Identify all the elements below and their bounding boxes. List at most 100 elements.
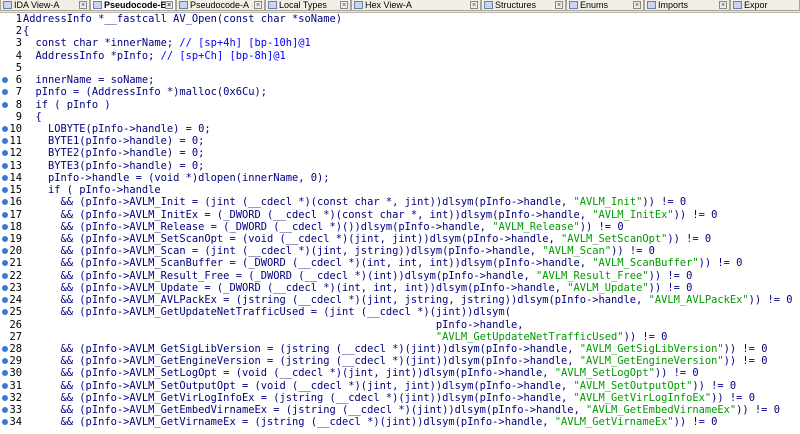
breakpoint-dot-icon[interactable] <box>2 223 8 230</box>
code-line[interactable]: 16 && (pInfo->AVLM_Init = (jint (__cdecl… <box>0 196 800 208</box>
tab-label: IDA View-A <box>14 0 60 10</box>
breakpoint-dot-icon[interactable] <box>2 162 8 169</box>
code-line[interactable]: 26 pInfo->handle, <box>0 319 800 331</box>
tab-label: Pseudocode-A <box>190 0 250 10</box>
code-line[interactable]: 19 && (pInfo->AVLM_SetScanOpt = (void (_… <box>0 233 800 245</box>
tab-local-types[interactable]: Local Types × <box>265 0 351 11</box>
breakpoint-dot-icon[interactable] <box>2 77 8 84</box>
close-icon[interactable]: × <box>79 1 87 9</box>
code-line[interactable]: 20 && (pInfo->AVLM_Scan = (jint (__cdecl… <box>0 245 800 257</box>
breakpoint-dot-icon[interactable] <box>2 370 8 377</box>
code-line[interactable]: 15 if ( pInfo->handle <box>0 184 800 196</box>
code-line[interactable]: 27 "AVLM_GetUpdateNetTrafficUsed")) != 0 <box>0 331 800 343</box>
line-number: 14 <box>9 171 22 184</box>
breakpoint-dot-icon[interactable] <box>2 297 8 304</box>
code-line[interactable]: 32 && (pInfo->AVLM_GetVirLogInfoEx = (js… <box>0 392 800 404</box>
code-line[interactable]: 34 && (pInfo->AVLM_GetVirnameEx = (jstri… <box>0 416 800 428</box>
tab-imports[interactable]: Imports × <box>644 0 730 11</box>
code-line[interactable]: 23 && (pInfo->AVLM_Update = (_DWORD (__c… <box>0 282 800 294</box>
line-number: 13 <box>9 159 22 172</box>
breakpoint-dot-icon[interactable] <box>2 260 8 267</box>
breakpoint-dot-icon[interactable] <box>2 211 8 218</box>
code-line[interactable]: 2{ <box>0 25 800 37</box>
code-line[interactable]: 1 AddressInfo *__fastcall AV_Open(const c… <box>0 13 800 25</box>
code-text: && (pInfo->AVLM_SetOutputOpt = (void (__… <box>23 379 737 392</box>
close-icon[interactable]: × <box>470 1 478 9</box>
code-line[interactable]: 21 && (pInfo->AVLM_ScanBuffer = (_DWORD … <box>0 257 800 269</box>
code-line[interactable]: 25 && (pInfo->AVLM_GetUpdateNetTrafficUs… <box>0 306 800 318</box>
tab-structures[interactable]: Structures × <box>481 0 566 11</box>
breakpoint-dot-icon[interactable] <box>2 407 8 414</box>
code-line[interactable]: 30 && (pInfo->AVLM_SetLogOpt = (void (__… <box>0 367 800 379</box>
pseudocode-view[interactable]: 1 AddressInfo *__fastcall AV_Open(const c… <box>0 13 800 434</box>
code-line[interactable]: 3 const char *innerName; // [sp+4h] [bp-… <box>0 37 800 49</box>
code-line[interactable]: 10 LOBYTE(pInfo->handle) = 0; <box>0 123 800 135</box>
tab-ida-view-a[interactable]: IDA View-A × <box>0 0 90 11</box>
code-text: pInfo->handle = (void *)dlopen(innerName… <box>23 171 330 184</box>
breakpoint-dot-icon[interactable] <box>2 419 8 426</box>
breakpoint-dot-icon[interactable] <box>2 309 8 316</box>
tab-label: Enums <box>580 0 609 10</box>
code-text: pInfo = (AddressInfo *)malloc(0x6Cu); <box>23 86 267 99</box>
close-icon[interactable]: × <box>165 1 173 9</box>
code-line[interactable]: 5 <box>0 62 800 74</box>
tab-pseudocode-b[interactable]: Pseudocode-B × <box>90 0 176 11</box>
tab-enums[interactable]: Enums × <box>566 0 644 11</box>
line-number: 15 <box>9 184 22 197</box>
code-line[interactable]: 4 AddressInfo *pInfo; // [sp+Ch] [bp-8h]… <box>0 50 800 62</box>
close-icon[interactable]: × <box>633 1 641 9</box>
line-number: 28 <box>9 342 22 355</box>
code-text: && (pInfo->AVLM_ScanBuffer = (_DWORD (__… <box>23 257 743 270</box>
code-text: pInfo->handle, <box>23 318 524 331</box>
tab-pseudocode-a[interactable]: Pseudocode-A × <box>176 0 265 11</box>
code-text: && (pInfo->AVLM_AVLPackEx = (jstring (__… <box>23 294 793 307</box>
line-number: 34 <box>9 416 22 429</box>
code-text: LOBYTE(pInfo->handle) = 0; <box>23 122 211 135</box>
breakpoint-dot-icon[interactable] <box>2 199 8 206</box>
code-line[interactable]: 11 BYTE1(pInfo->handle) = 0; <box>0 135 800 147</box>
breakpoint-dot-icon[interactable] <box>2 248 8 255</box>
close-icon[interactable]: × <box>254 1 262 9</box>
breakpoint-dot-icon[interactable] <box>2 150 8 157</box>
code-text: if ( pInfo->handle <box>23 184 161 197</box>
code-line[interactable]: 29 && (pInfo->AVLM_GetEngineVersion = (j… <box>0 355 800 367</box>
code-line[interactable]: 8 if ( pInfo ) <box>0 99 800 111</box>
breakpoint-dot-icon[interactable] <box>2 284 8 291</box>
breakpoint-dot-icon[interactable] <box>2 272 8 279</box>
line-number: 16 <box>9 196 22 209</box>
breakpoint-dot-icon[interactable] <box>2 358 8 365</box>
code-line[interactable]: 12 BYTE2(pInfo->handle) = 0; <box>0 147 800 159</box>
code-line[interactable]: 13 BYTE3(pInfo->handle) = 0; <box>0 160 800 172</box>
code-line[interactable]: 17 && (pInfo->AVLM_InitEx = (_DWORD (__c… <box>0 209 800 221</box>
breakpoint-dot-icon[interactable] <box>2 174 8 181</box>
breakpoint-dot-icon[interactable] <box>2 89 8 96</box>
tab-bar: IDA View-A × Pseudocode-B × Pseudocode-A × Loc… <box>0 0 800 13</box>
code-line[interactable]: 18 && (pInfo->AVLM_Release = (_DWORD (__… <box>0 221 800 233</box>
breakpoint-dot-icon[interactable] <box>2 187 8 194</box>
close-icon[interactable]: × <box>555 1 563 9</box>
line-number: 5 <box>15 61 22 74</box>
tab-window-icon <box>647 1 656 9</box>
breakpoint-dot-icon[interactable] <box>2 345 8 352</box>
close-icon[interactable]: × <box>340 1 348 9</box>
tab-hex-view-a[interactable]: Hex View-A × <box>351 0 481 11</box>
close-icon[interactable]: × <box>719 1 727 9</box>
code-line[interactable]: 28 && (pInfo->AVLM_GetSigLibVersion = (j… <box>0 343 800 355</box>
breakpoint-dot-icon[interactable] <box>2 138 8 145</box>
code-line[interactable]: 24 && (pInfo->AVLM_AVLPackEx = (jstring … <box>0 294 800 306</box>
code-line[interactable]: 14 pInfo->handle = (void *)dlopen(innerN… <box>0 172 800 184</box>
code-line[interactable]: 9 { <box>0 111 800 123</box>
tab-expor[interactable]: Expor <box>730 0 800 11</box>
code-line[interactable]: 7 pInfo = (AddressInfo *)malloc(0x6Cu); <box>0 86 800 98</box>
breakpoint-dot-icon[interactable] <box>2 125 8 132</box>
breakpoint-dot-icon[interactable] <box>2 101 8 108</box>
code-text: && (pInfo->AVLM_Update = (_DWORD (__cdec… <box>23 281 693 294</box>
code-line[interactable]: 31 && (pInfo->AVLM_SetOutputOpt = (void … <box>0 380 800 392</box>
code-text: && (pInfo->AVLM_GetEmbedVirnameEx = (jst… <box>23 404 780 417</box>
code-line[interactable]: 6 innerName = soName; <box>0 74 800 86</box>
breakpoint-dot-icon[interactable] <box>2 235 8 242</box>
code-line[interactable]: 33 && (pInfo->AVLM_GetEmbedVirnameEx = (… <box>0 404 800 416</box>
code-line[interactable]: 22 && (pInfo->AVLM_Result_Free = (_DWORD… <box>0 270 800 282</box>
breakpoint-dot-icon[interactable] <box>2 394 8 401</box>
breakpoint-dot-icon[interactable] <box>2 382 8 389</box>
